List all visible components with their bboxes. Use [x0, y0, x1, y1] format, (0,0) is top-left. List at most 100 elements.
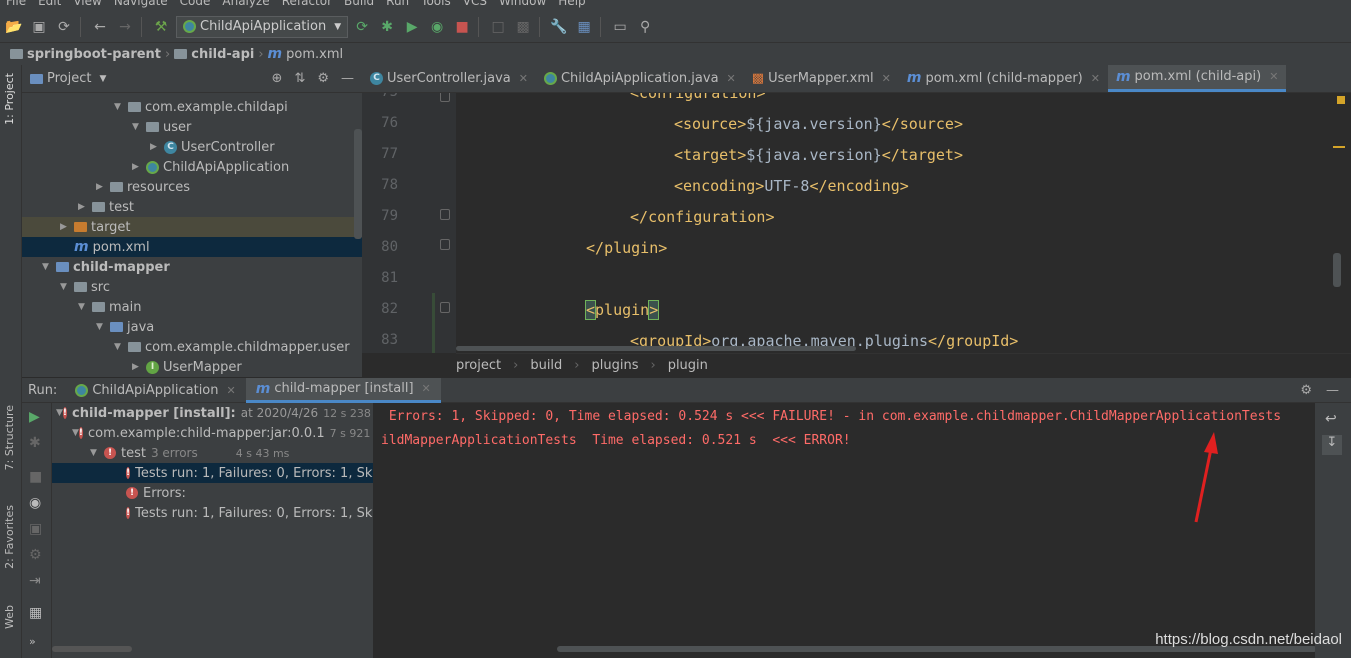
tree-row-package[interactable]: ▼ com.example.childapi	[22, 97, 362, 117]
favorites-tool-tab[interactable]: 2: Favorites	[3, 505, 16, 569]
expanded-arrow-icon[interactable]: ▼	[72, 428, 79, 438]
expanded-arrow-icon[interactable]: ▼	[114, 342, 128, 352]
project-panel-title[interactable]: Project	[47, 71, 91, 86]
warning-marker-icon[interactable]	[1337, 96, 1345, 104]
project-structure-icon[interactable]: ▦	[573, 16, 595, 38]
settings-icon[interactable]: ⚙	[29, 547, 42, 563]
hide-icon[interactable]: —	[1326, 383, 1339, 398]
structure-tool-tab[interactable]: 7: Structure	[3, 405, 16, 470]
collapsed-arrow-icon[interactable]: ▶	[96, 182, 110, 192]
fold-marker-icon[interactable]	[440, 239, 450, 250]
run-configuration-select[interactable]: ChildApiApplication ▼	[176, 15, 349, 38]
tree-row-childapiapplication[interactable]: ▶ ChildApiApplication	[22, 157, 362, 177]
tree-row-child-mapper[interactable]: ▼ child-mapper	[22, 257, 362, 277]
run-tree-row[interactable]: ▼! test 3 errors 4 s 43 ms	[52, 443, 373, 463]
crumb-project[interactable]: project	[456, 358, 501, 373]
web-tool-tab[interactable]: Web	[3, 605, 16, 629]
breadcrumb-child-api[interactable]: child-api	[191, 47, 254, 62]
tab-pom-child-api[interactable]: m pom.xml (child-api) ✕	[1107, 65, 1287, 92]
run-tree-row[interactable]: ▼! child-mapper [install]: at 2020/4/26 12 …	[52, 403, 373, 423]
project-tool-tab[interactable]: 1: Project	[3, 73, 16, 125]
menu-help[interactable]: Help	[558, 0, 585, 8]
debug-icon[interactable]: ✱	[376, 16, 398, 38]
locate-icon[interactable]: ⊕	[272, 71, 283, 86]
expanded-arrow-icon[interactable]: ▼	[56, 408, 63, 418]
forward-icon[interactable]: →	[114, 16, 136, 38]
run-tree-hscrollbar[interactable]	[52, 646, 132, 652]
tree-row-test[interactable]: ▶ test	[22, 197, 362, 217]
editor-vscrollbar[interactable]	[1333, 253, 1341, 287]
save-icon[interactable]: ▣	[28, 16, 50, 38]
tab-childapiapplication[interactable]: ChildApiApplication.java ✕	[536, 65, 744, 92]
menu-window[interactable]: Window	[499, 0, 546, 8]
run-tree-row[interactable]: ▼! com.example:child-mapper:jar:0.0.1 7 s …	[52, 423, 373, 443]
terminal-icon[interactable]: ▭	[609, 16, 631, 38]
warning-stripe[interactable]	[1333, 146, 1345, 148]
sync-icon[interactable]: ⟳	[53, 16, 75, 38]
run-tree-row[interactable]: ! Tests run: 1, Failures: 0, Errors: 1, S…	[52, 503, 373, 523]
tree-row-user[interactable]: ▼ user	[22, 117, 362, 137]
crumb-build[interactable]: build	[530, 358, 562, 373]
project-scrollbar[interactable]	[354, 129, 362, 239]
more-icon[interactable]: »	[29, 635, 36, 648]
tree-row-resources[interactable]: ▶ resources	[22, 177, 362, 197]
tab-usercontroller[interactable]: C UserController.java ✕	[362, 65, 536, 92]
profile-icon[interactable]: ◉	[426, 16, 448, 38]
breadcrumb-pom[interactable]: pom.xml	[286, 47, 343, 62]
rerun-icon[interactable]: ▶	[29, 409, 40, 425]
stop-icon[interactable]: ■	[451, 16, 473, 38]
crumb-plugins[interactable]: plugins	[592, 358, 639, 373]
menu-view[interactable]: View	[73, 0, 101, 8]
close-icon[interactable]: ✕	[1091, 72, 1100, 85]
coverage-icon[interactable]: ▶	[401, 16, 423, 38]
tree-row-src[interactable]: ▼ src	[22, 277, 362, 297]
debug-rerun-icon[interactable]: ✱	[29, 435, 41, 451]
editor-hscrollbar[interactable]	[456, 346, 856, 351]
close-icon[interactable]: ✕	[422, 382, 431, 395]
menu-code[interactable]: Code	[180, 0, 211, 8]
expanded-arrow-icon[interactable]: ▼	[114, 102, 128, 112]
tree-row-pom[interactable]: m pom.xml	[22, 237, 362, 257]
tab-pom-child-mapper[interactable]: m pom.xml (child-mapper) ✕	[899, 65, 1108, 92]
fold-marker-icon[interactable]	[440, 209, 450, 220]
open-folder-icon[interactable]: 📂	[3, 16, 25, 38]
run-tree-row[interactable]: ! Tests run: 1, Failures: 0, Errors: 1, S…	[52, 463, 373, 483]
fold-marker-icon[interactable]	[440, 302, 450, 313]
fold-marker-icon[interactable]	[440, 93, 450, 102]
back-icon[interactable]: ←	[89, 16, 111, 38]
vcs-commit-icon[interactable]: ▩	[512, 16, 534, 38]
collapsed-arrow-icon[interactable]: ▶	[78, 202, 92, 212]
collapse-all-icon[interactable]: ⇅	[294, 71, 305, 86]
menu-vcs[interactable]: VCS	[463, 0, 487, 8]
menu-refactor[interactable]: Refactor	[282, 0, 332, 8]
menu-edit[interactable]: Edit	[38, 0, 61, 8]
menu-navigate[interactable]: Navigate	[114, 0, 168, 8]
menu-tools[interactable]: Tools	[421, 0, 451, 8]
run-tab-childapiapplication[interactable]: ChildApiApplication ✕	[65, 378, 245, 403]
eye-icon[interactable]: ◉	[29, 495, 41, 511]
tree-row-target[interactable]: ▶ target	[22, 217, 362, 237]
close-icon[interactable]: ✕	[227, 384, 236, 397]
code-editor[interactable]: <configuration> <source>${java.version}<…	[456, 93, 1329, 353]
expanded-arrow-icon[interactable]: ▼	[132, 122, 146, 132]
close-icon[interactable]: ✕	[519, 72, 528, 85]
crumb-plugin[interactable]: plugin	[668, 358, 708, 373]
close-icon[interactable]: ✕	[727, 72, 736, 85]
expanded-arrow-icon[interactable]: ▼	[96, 322, 110, 332]
tree-row-main[interactable]: ▼ main	[22, 297, 362, 317]
run-tab-child-mapper-install[interactable]: m child-mapper [install] ✕	[245, 377, 441, 403]
collapsed-arrow-icon[interactable]: ▶	[132, 162, 146, 172]
layout-icon[interactable]: ▦	[29, 605, 42, 621]
soft-wrap-icon[interactable]: ↩	[1325, 411, 1337, 427]
expanded-arrow-icon[interactable]: ▼	[78, 302, 92, 312]
scroll-to-end-icon[interactable]: ↧	[1322, 435, 1342, 455]
tree-row-mapper-package[interactable]: ▼ com.example.childmapper.user	[22, 337, 362, 357]
expanded-arrow-icon[interactable]: ▼	[90, 448, 104, 458]
gear-icon[interactable]: ⚙	[1300, 383, 1312, 398]
tree-row-usercontroller[interactable]: ▶ C UserController	[22, 137, 362, 157]
camera-icon[interactable]: ▣	[29, 521, 42, 537]
menu-file[interactable]: File	[6, 0, 26, 8]
collapsed-arrow-icon[interactable]: ▶	[150, 142, 164, 152]
stop-icon[interactable]: ■	[29, 469, 42, 485]
build-hammer-icon[interactable]: ⚒	[150, 16, 172, 38]
